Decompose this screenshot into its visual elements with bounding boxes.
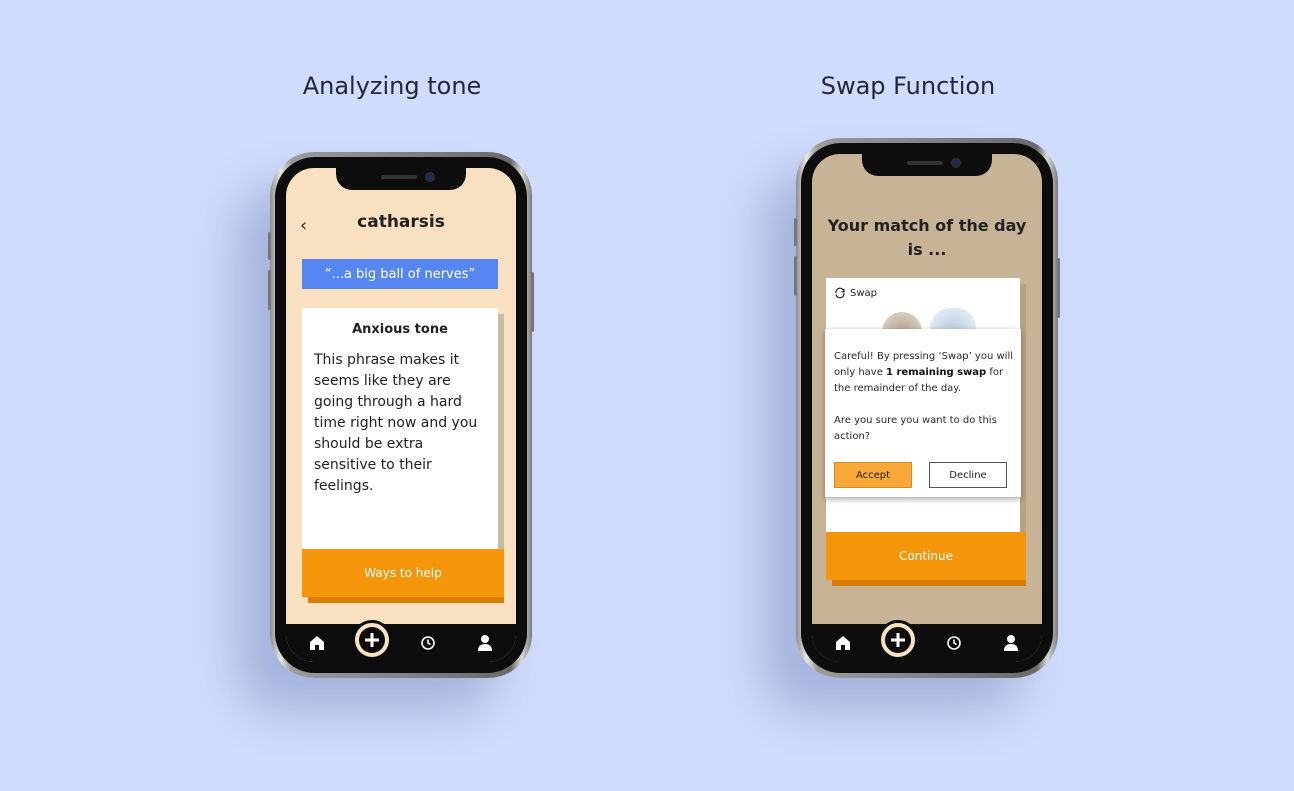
add-icon <box>885 627 911 653</box>
profile-icon[interactable] <box>476 634 494 652</box>
side-button <box>794 256 797 296</box>
tone-card-title: Anxious tone <box>352 322 448 337</box>
profile-icon[interactable] <box>1002 634 1020 652</box>
continue-button[interactable]: Continue <box>826 532 1026 580</box>
side-button <box>268 232 271 260</box>
phone-notch <box>336 168 466 190</box>
history-icon[interactable] <box>419 634 437 652</box>
home-icon[interactable] <box>308 634 326 652</box>
side-button <box>1057 258 1060 318</box>
add-icon <box>359 627 385 653</box>
add-button[interactable] <box>878 620 918 660</box>
app-title: catharsis <box>357 212 445 232</box>
side-button <box>531 272 534 332</box>
swap-confirm-dialog: Careful! By pressing ‘Swap’ you will onl… <box>825 329 1021 497</box>
home-icon[interactable] <box>834 634 852 652</box>
phone-notch <box>862 154 992 176</box>
ways-to-help-button[interactable]: Ways to help <box>302 549 504 597</box>
side-button <box>794 218 797 246</box>
history-icon[interactable] <box>945 634 963 652</box>
side-button <box>268 270 271 310</box>
section-heading-analyzing-tone: Analyzing tone <box>302 72 482 100</box>
phone-screen: Your match of the day is ... Swap Carefu… <box>812 154 1042 662</box>
decline-button[interactable]: Decline <box>929 462 1007 488</box>
phone-bezel: Your match of the day is ... Swap Carefu… <box>801 143 1053 673</box>
bottom-nav-bar <box>286 620 516 662</box>
section-heading-swap-function: Swap Function <box>820 72 996 100</box>
add-button[interactable] <box>352 620 392 660</box>
phone-screen: ‹ catharsis “...a big ball of nerves” An… <box>286 168 516 662</box>
accept-button[interactable]: Accept <box>834 462 912 488</box>
phone-bezel: ‹ catharsis “...a big ball of nerves” An… <box>275 157 527 673</box>
dialog-message: Careful! By pressing ‘Swap’ you will onl… <box>834 351 1013 442</box>
swap-icon <box>835 287 845 299</box>
tone-card: Anxious tone This phrase makes it seems … <box>302 308 498 590</box>
quote-chip: “...a big ball of nerves” <box>302 259 498 289</box>
bottom-nav-bar <box>812 620 1042 662</box>
match-title: Your match of the day is ... <box>827 216 1027 259</box>
swap-label: Swap <box>850 287 878 299</box>
phone-mockup-right: Your match of the day is ... Swap Carefu… <box>794 138 1060 678</box>
phone-mockup-left: ‹ catharsis “...a big ball of nerves” An… <box>268 152 534 678</box>
swap-button[interactable]: Swap <box>834 287 877 299</box>
tone-card-body: This phrase makes it seems like they are… <box>314 352 478 494</box>
